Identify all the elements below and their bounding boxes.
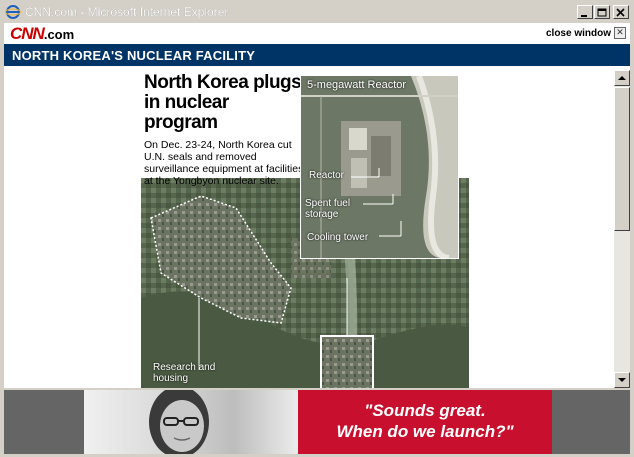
label-spent-fuel: Spent fuel storage <box>305 198 350 220</box>
internet-explorer-icon <box>5 4 21 20</box>
label-research-line1: Research and <box>153 362 216 373</box>
minimize-button[interactable] <box>577 5 593 19</box>
label-research-housing: Research and housing <box>153 362 215 384</box>
ad-photo[interactable] <box>84 390 298 454</box>
label-cooling-tower: Cooling tower <box>307 232 369 243</box>
ad-quote[interactable]: "Sounds great. When do we launch?" <box>298 390 552 454</box>
cnn-logo[interactable]: CNN.com <box>10 24 74 44</box>
story-headline-line1: North Korea plugs <box>144 72 302 93</box>
label-spent-fuel-line1: Spent fuel <box>305 198 351 209</box>
reactor-inset-image: 5-megawatt Reactor Reactor Spent fuel st… <box>300 75 459 259</box>
minimize-icon <box>581 15 587 17</box>
close-window-icon[interactable]: ✕ <box>614 27 626 39</box>
window-title-app: - Microsoft Internet Explorer <box>77 5 229 19</box>
advertisement-banner[interactable]: "Sounds great. When do we launch?" <box>4 390 630 454</box>
scroll-up-button[interactable] <box>614 70 630 86</box>
scroll-down-icon <box>618 378 626 382</box>
cnn-toolbar: CNN.com close window ✕ <box>4 23 630 44</box>
cnn-logo-main: CNN <box>10 24 45 43</box>
close-window-link[interactable]: close window ✕ <box>546 27 626 39</box>
ad-quote-line1: "Sounds great. <box>364 401 486 420</box>
page-content: CNN.com close window ✕ NORTH KOREA'S NUC… <box>4 23 630 388</box>
window-title-site: CNN.com <box>25 5 78 19</box>
window-title: CNN.com - Microsoft Internet Explorer <box>25 5 228 19</box>
label-reactor: Reactor <box>309 170 345 181</box>
story-headline-line2: in nuclear program <box>144 92 229 133</box>
close-button[interactable] <box>613 5 629 19</box>
title-bar[interactable]: CNN.com - Microsoft Internet Explorer <box>3 3 631 21</box>
vertical-scrollbar[interactable] <box>614 70 630 388</box>
scroll-down-button[interactable] <box>614 372 630 388</box>
ad-person-image <box>149 390 209 454</box>
label-spent-fuel-line2: storage <box>305 209 339 220</box>
story-block: North Korea plugs in nuclear program On … <box>144 73 304 188</box>
story-headline: North Korea plugs in nuclear program <box>144 73 304 133</box>
section-header: NORTH KOREA'S NUCLEAR FACILITY <box>4 44 630 66</box>
scroll-thumb[interactable] <box>614 87 630 231</box>
reactor-inset-graphic <box>301 76 458 258</box>
ad-quote-line2: When do we launch?" <box>336 422 514 441</box>
close-icon <box>616 8 625 17</box>
label-research-line2: housing <box>153 373 189 384</box>
story-deck: On Dec. 23-24, North Korea cut U.N. seal… <box>144 139 304 187</box>
scroll-up-icon <box>618 76 626 80</box>
browser-window: CNN.com - Microsoft Internet Explorer CN… <box>0 0 634 457</box>
maximize-button[interactable] <box>594 5 610 19</box>
page-title: NORTH KOREA'S NUCLEAR FACILITY <box>12 48 256 63</box>
inset-title: 5-megawatt Reactor <box>307 79 407 91</box>
window-controls <box>576 5 629 19</box>
maximize-icon <box>597 8 607 17</box>
cnn-logo-suffix: .com <box>43 27 75 42</box>
close-window-label[interactable]: close window <box>546 28 611 39</box>
